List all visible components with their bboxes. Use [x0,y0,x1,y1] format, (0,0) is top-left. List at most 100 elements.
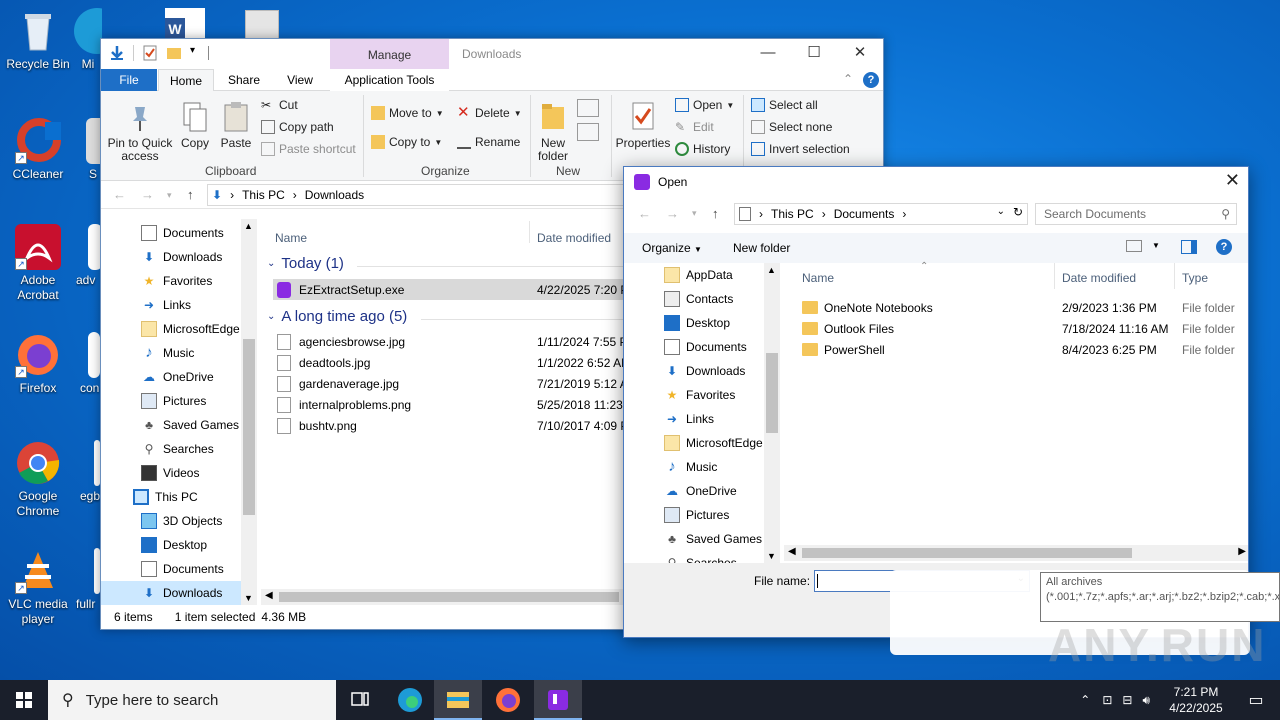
desktop-icon-adobe-acrobat[interactable]: ↗ Adobe Acrobat [2,224,74,303]
taskbar-search-box[interactable]: ⚲ Type here to search [48,680,336,720]
scroll-down-icon[interactable]: ▼ [767,551,776,561]
explorer-titlebar[interactable]: ▾ Manage Downloads — ☐ ✕ [101,39,883,69]
dialog-titlebar[interactable]: Open ✕ [624,167,1248,197]
history-button[interactable]: History [675,139,730,159]
dialog-nav-scrollbar[interactable]: ▲ ▼ [764,263,780,563]
app-taskbar-button[interactable] [534,680,582,720]
tab-share[interactable]: Share [218,69,270,91]
properties-check-icon[interactable] [142,45,158,61]
nav-item[interactable]: ☁ OneDrive [101,365,241,389]
forward-arrow-icon[interactable]: → [141,187,154,202]
minimize-button[interactable]: — [745,39,791,69]
desktop-icon-partial[interactable]: S [86,118,100,182]
refresh-icon[interactable]: ↻ [1013,205,1023,219]
network-icon[interactable]: ⊡ [1102,693,1112,707]
desktop-icon-firefox[interactable]: ↗ Firefox [2,332,74,396]
scroll-left-icon[interactable]: ◀ [265,590,273,601]
column-header-type[interactable]: Type [1182,271,1208,285]
tab-home[interactable]: Home [158,69,214,91]
back-arrow-icon[interactable]: ← [113,187,126,202]
desktop-icon-google-chrome[interactable]: Google Chrome [2,440,74,519]
file-explorer-taskbar-button[interactable] [434,680,482,720]
nav-item[interactable]: ☁ OneDrive [624,479,764,503]
nav-item[interactable]: Desktop [624,311,764,335]
column-header-date[interactable]: Date modified [1062,271,1136,285]
dialog-horizontal-scrollbar[interactable]: ◀ ▶ [784,545,1248,561]
help-icon[interactable]: ? [863,72,879,88]
nav-item[interactable]: Documents [624,335,764,359]
nav-item[interactable]: ⬇ Downloads [101,245,241,269]
scroll-up-icon[interactable]: ▲ [767,265,776,275]
paste-button[interactable]: Paste [217,101,255,150]
new-item-icon[interactable] [577,99,599,117]
edge-taskbar-button[interactable] [386,680,434,720]
forward-arrow-icon[interactable]: → [666,206,679,221]
recent-locations-icon[interactable]: ▾ [167,190,172,201]
nav-item[interactable]: MicrosoftEdge [624,431,764,455]
preview-pane-icon[interactable] [1181,240,1197,254]
new-folder-button[interactable]: New folder [535,101,571,163]
folder-row[interactable]: PowerShell 8/4/2023 6:25 PM File folder [802,339,1248,360]
delete-button[interactable]: ✕ Delete ▼ [457,103,522,123]
view-options-icon[interactable] [1126,240,1142,252]
nav-item[interactable]: 3D Objects [101,509,241,533]
nav-item[interactable]: Pictures [101,389,241,413]
nav-item[interactable]: Contacts [624,287,764,311]
collapse-ribbon-icon[interactable]: ⌃ [843,72,853,86]
notifications-icon[interactable]: ▭ [1232,690,1280,710]
open-button[interactable]: Open ▼ [675,95,734,115]
copy-button[interactable]: Copy [177,101,213,150]
tab-file[interactable]: File [101,69,157,91]
edit-button[interactable]: ✎ Edit [675,117,714,137]
nav-item[interactable]: ⚲ Searches [624,551,764,563]
column-header-name[interactable]: Name [275,231,307,245]
desktop-icon-partial[interactable]: fullr [76,548,100,612]
new-folder-icon[interactable] [166,45,182,61]
firefox-taskbar-button[interactable] [484,680,532,720]
column-header-date[interactable]: Date modified [537,231,611,245]
manage-contextual-tab[interactable]: Manage [330,39,449,69]
select-none-button[interactable]: Select none [751,117,832,137]
nav-item[interactable]: MicrosoftEdge [101,317,241,341]
nav-item[interactable]: ♣ Saved Games [624,527,764,551]
help-icon[interactable]: ? [1216,239,1232,255]
nav-item[interactable]: Pictures [624,503,764,527]
scrollbar-thumb[interactable] [802,548,1132,558]
image-file-icon[interactable] [245,10,279,40]
desktop-icon-partial[interactable]: adv [76,224,100,288]
nav-item[interactable]: ★ Favorites [624,383,764,407]
select-all-button[interactable]: Select all [751,95,818,115]
group-header-today[interactable]: ⌄ Today (1) [267,255,344,272]
nav-item[interactable]: ⬇ Downloads [101,581,241,605]
cut-button[interactable]: ✂ Cut [261,95,298,115]
desktop-icon-partial[interactable]: Mi [74,8,102,72]
nav-item[interactable]: ⚲ Searches [101,437,241,461]
scrollbar-thumb[interactable] [243,339,255,515]
ethernet-icon[interactable]: ⊟ [1122,693,1132,707]
nav-item[interactable]: ♪ Music [101,341,241,365]
invert-selection-button[interactable]: Invert selection [751,139,850,159]
nav-item[interactable]: AppData [624,263,764,287]
customize-qat-icon[interactable]: ▾ [190,45,200,61]
breadcrumb-documents[interactable]: Documents [834,207,895,221]
nav-item[interactable]: Documents [101,221,241,245]
chevron-down-icon[interactable]: ⌄ [997,206,1005,217]
nav-item[interactable]: ★ Favorites [101,269,241,293]
folder-row[interactable]: OneNote Notebooks 2/9/2023 1:36 PM File fo… [802,297,1248,318]
volume-icon[interactable]: 🔊︎ [1142,693,1150,708]
paste-shortcut-button[interactable]: Paste shortcut [261,139,356,159]
recent-locations-icon[interactable]: ▾ [692,208,697,219]
scrollbar-thumb[interactable] [766,353,778,433]
nav-item[interactable]: ➜ Links [624,407,764,431]
scroll-right-icon[interactable]: ▶ [1238,546,1246,557]
close-button[interactable]: ✕ [837,39,883,69]
scroll-down-icon[interactable]: ▼ [244,593,253,603]
scroll-left-icon[interactable]: ◀ [788,546,796,557]
search-documents-input[interactable]: Search Documents ⚲ [1035,203,1237,225]
copy-path-button[interactable]: Copy path [261,117,334,137]
organize-button[interactable]: Organize ▼ [642,241,702,255]
desktop-icon-vlc[interactable]: ↗ VLC media player [2,548,74,627]
desktop-icon-partial[interactable]: egb [80,440,100,504]
down-arrow-icon[interactable] [109,45,125,61]
group-header-long-ago[interactable]: ⌄ A long time ago (5) [267,308,407,325]
